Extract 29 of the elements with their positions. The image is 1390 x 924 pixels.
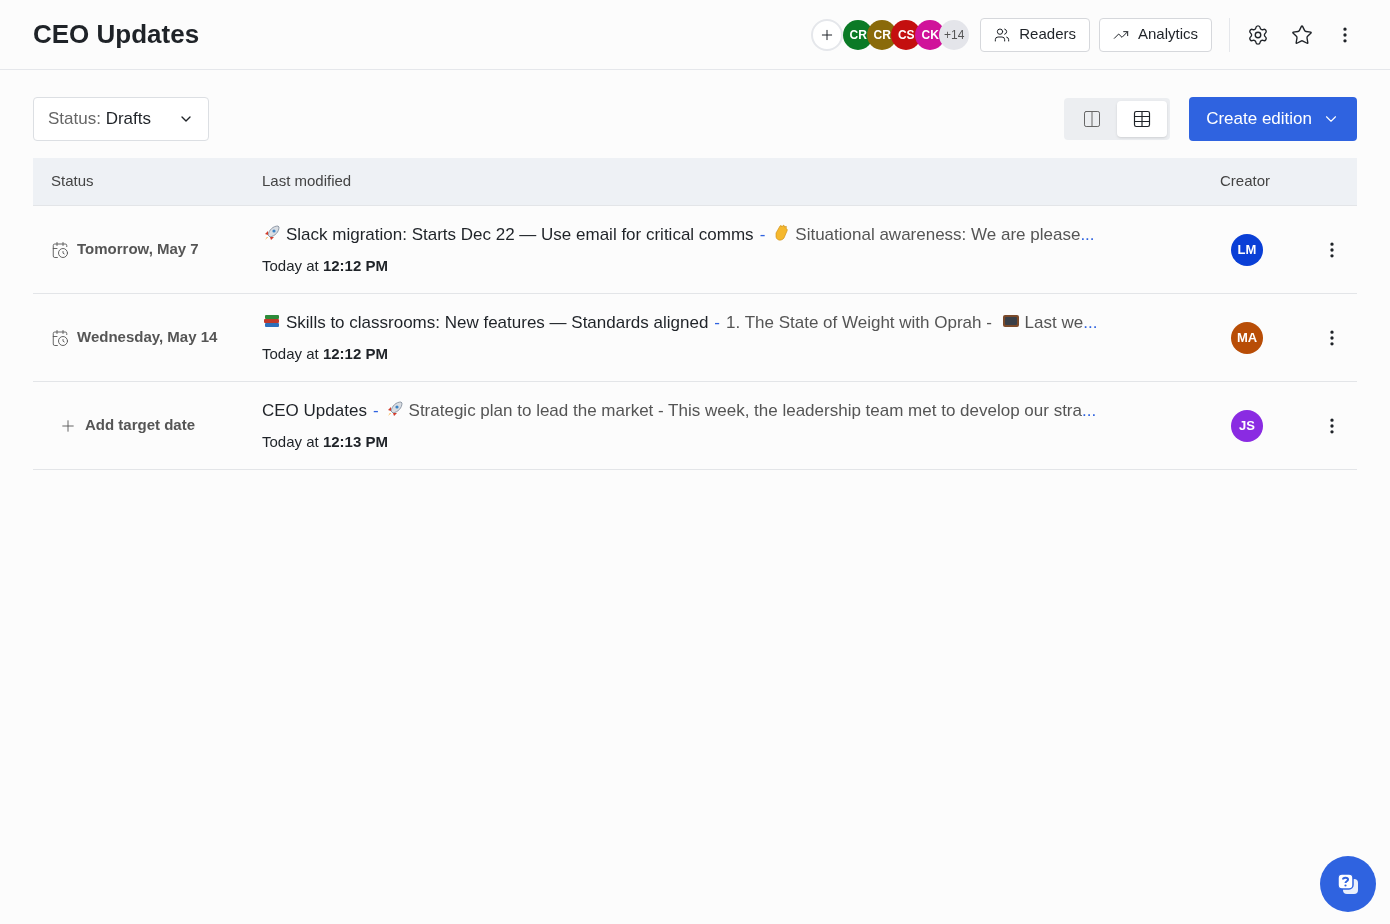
help-button[interactable] (1320, 856, 1376, 912)
target-date[interactable]: Tomorrow, May 7 (77, 238, 199, 261)
column-header: Last modified (262, 171, 353, 192)
column-header: Creator (1219, 171, 1272, 192)
modified-time: Today at 12:13 PM (262, 432, 389, 452)
page-title: CEO Updates (33, 18, 200, 51)
header-button[interactable]: Analytics (1098, 17, 1212, 52)
edition-summary[interactable]: CEO Updates - Strategic plan to lead the market - This week, the leadership team met to develop our stra... (262, 397, 1217, 423)
more-members-count[interactable]: +14 (939, 19, 970, 50)
add-target-date-button[interactable]: Add target date (51, 414, 195, 437)
view-toggle-button[interactable] (1117, 101, 1168, 137)
modified-time: Today at 12:12 PM (262, 344, 389, 364)
add-member-button[interactable] (811, 18, 844, 51)
board-view-icon (1082, 109, 1103, 129)
star-icon[interactable] (1291, 23, 1313, 46)
column-header: Status (50, 171, 95, 192)
creator-avatar: JS (1231, 409, 1263, 442)
header-button[interactable]: Readers (980, 17, 1090, 52)
creator-avatar: LM (1231, 233, 1263, 266)
create-edition-button[interactable]: Create edition (1189, 97, 1357, 141)
target-date[interactable]: Wednesday, May 14 (77, 326, 218, 349)
table-view-icon (1132, 109, 1153, 129)
edition-summary[interactable]: Skills to classrooms: New features — Standards aligned - 1. The State of Weight with Oprah - Last we... (262, 309, 1217, 335)
modified-time: Today at 12:12 PM (262, 256, 389, 276)
edition-summary[interactable]: Slack migration: Starts Dec 22 — Use email for critical comms - Situational awareness: We are please... (262, 221, 1217, 247)
status-filter-dropdown[interactable]: Status: Drafts (33, 97, 209, 141)
users-icon (994, 26, 1011, 43)
settings-icon[interactable] (1247, 23, 1269, 46)
creator-avatar: MA (1231, 321, 1263, 354)
